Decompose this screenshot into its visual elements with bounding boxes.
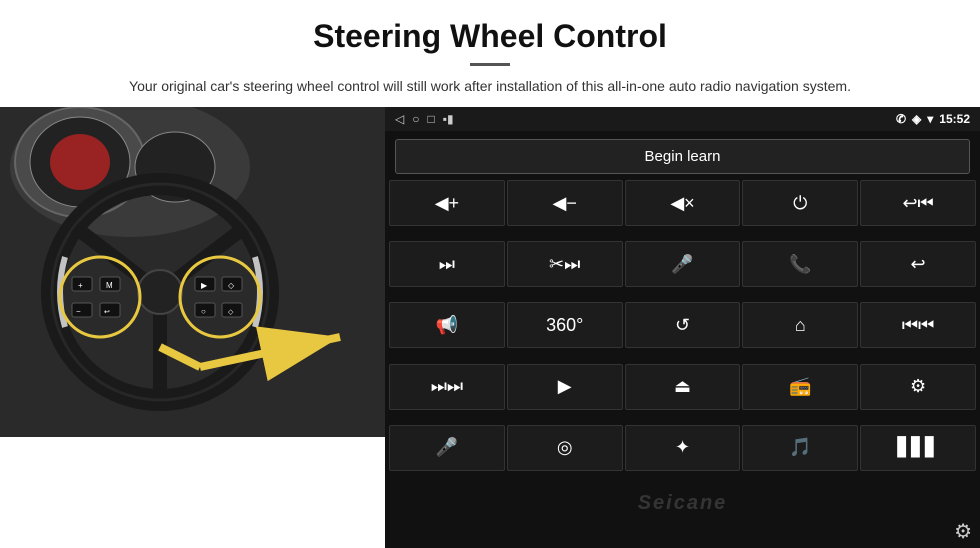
page-title: Steering Wheel Control	[20, 18, 960, 55]
subtitle-text: Your original car's steering wheel contr…	[100, 76, 880, 97]
svg-text:○: ○	[201, 307, 206, 316]
location-icon: ◈	[912, 112, 921, 126]
nav-back-icon[interactable]: ◁	[395, 112, 404, 126]
clock: 15:52	[939, 112, 970, 126]
voice-button[interactable]: 🎤	[389, 425, 505, 471]
call-button[interactable]: 📞	[742, 241, 858, 287]
svg-text:−: −	[76, 307, 81, 316]
home-button[interactable]: ⌂	[742, 302, 858, 348]
svg-text:▶: ▶	[201, 281, 208, 290]
skip-fwd-button[interactable]: ⏭⏭	[389, 364, 505, 410]
wifi-icon: ▾	[927, 112, 933, 126]
controls-grid: ◀+◀−◀×⏻↩⏮⏭✂⏭🎤📞↩📢360°↺⌂⏮⏮⏭⏭▶⏏📻⚙🎤◎✦🎵▋▋▋	[385, 180, 980, 488]
nav-home-icon[interactable]: ○	[412, 112, 419, 126]
vol-down-button[interactable]: ◀−	[507, 180, 623, 226]
rewind-button[interactable]: ⏮⏮	[860, 302, 976, 348]
svg-text:M: M	[106, 281, 113, 290]
begin-learn-row: Begin learn	[385, 131, 980, 180]
eject-button[interactable]: ⏏	[625, 364, 741, 410]
ff-button[interactable]: ✂⏭	[507, 241, 623, 287]
hang-up-button[interactable]: ↩	[860, 241, 976, 287]
eq2-button[interactable]: ▋▋▋	[860, 425, 976, 471]
horn-button[interactable]: 📢	[389, 302, 505, 348]
vol-up-button[interactable]: ◀+	[389, 180, 505, 226]
status-left: ◁ ○ □ ▪▮	[395, 112, 454, 126]
gear-settings-icon[interactable]: ⚙	[954, 519, 972, 544]
steering-wheel-image: + M − ↩ ▶ ◇ ○ ◇	[0, 107, 385, 437]
nav-button[interactable]: ▶	[507, 364, 623, 410]
phone-status-icon: ✆	[896, 112, 906, 126]
mute-button[interactable]: ◀×	[625, 180, 741, 226]
seicane-watermark: Seicane	[385, 488, 980, 517]
begin-learn-button[interactable]: Begin learn	[395, 139, 970, 174]
menu-button[interactable]: ◎	[507, 425, 623, 471]
header-section: Steering Wheel Control Your original car…	[0, 0, 980, 107]
steering-bg: + M − ↩ ▶ ◇ ○ ◇	[0, 107, 385, 437]
content-section: + M − ↩ ▶ ◇ ○ ◇	[0, 107, 980, 548]
android-statusbar: ◁ ○ □ ▪▮ ✆ ◈ ▾ 15:52	[385, 107, 980, 131]
eq-button[interactable]: ⚙	[860, 364, 976, 410]
gear-row: ⚙	[385, 517, 980, 548]
radio-button[interactable]: 📻	[742, 364, 858, 410]
steering-wheel-svg: + M − ↩ ▶ ◇ ○ ◇	[0, 107, 385, 437]
svg-text:◇: ◇	[228, 309, 234, 316]
status-right: ✆ ◈ ▾ 15:52	[896, 112, 970, 126]
mic-button[interactable]: 🎤	[625, 241, 741, 287]
title-divider	[470, 63, 510, 66]
next-track-button[interactable]: ⏭	[389, 241, 505, 287]
prev-phone-button[interactable]: ↩⏮	[860, 180, 976, 226]
svg-text:+: +	[78, 281, 83, 290]
bt-button[interactable]: ✦	[625, 425, 741, 471]
power-button[interactable]: ⏻	[742, 180, 858, 226]
signal-bars-icon: ▪▮	[443, 112, 454, 126]
svg-text:◇: ◇	[228, 281, 235, 290]
nav-recent-icon[interactable]: □	[427, 112, 434, 126]
page-container: Steering Wheel Control Your original car…	[0, 0, 980, 548]
music-button[interactable]: 🎵	[742, 425, 858, 471]
cam360-button[interactable]: 360°	[507, 302, 623, 348]
android-screen: ◁ ○ □ ▪▮ ✆ ◈ ▾ 15:52 Begin learn ◀+◀−◀×⏻…	[385, 107, 980, 548]
svg-text:↩: ↩	[104, 309, 110, 316]
back-button[interactable]: ↺	[625, 302, 741, 348]
